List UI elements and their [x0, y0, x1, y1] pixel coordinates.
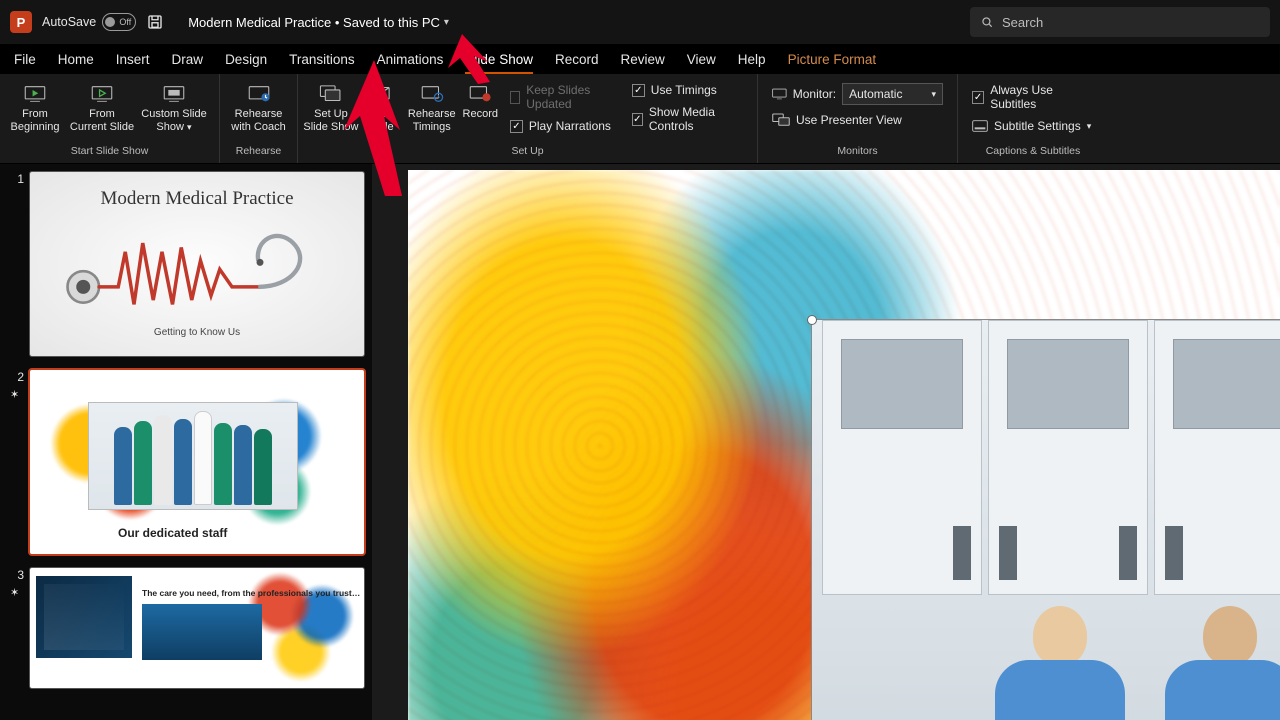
play-from-current-icon: [89, 82, 115, 106]
from-current-slide-button[interactable]: From Current Slide: [66, 78, 138, 134]
animation-indicator-icon: ✶: [10, 388, 19, 401]
monitor-dropdown[interactable]: Automatic▾: [842, 83, 943, 105]
from-beginning-button[interactable]: From Beginning: [4, 78, 66, 134]
custom-show-icon: [161, 82, 187, 106]
use-timings-checkbox[interactable]: Use Timings: [626, 80, 749, 100]
chevron-down-icon: ▾: [444, 17, 449, 28]
keep-slides-updated-checkbox: Keep Slides Updated: [504, 80, 618, 114]
record-icon: [467, 82, 493, 106]
tab-draw[interactable]: Draw: [172, 52, 204, 74]
ribbon-tabs: File Home Insert Draw Design Transitions…: [0, 44, 1280, 74]
heartbeat-stethoscope-icon: [57, 210, 337, 320]
slide-thumbnail-3[interactable]: 3 ✶ The care you need, from the professi…: [8, 568, 364, 688]
group-monitors: Monitor: Automatic▾ Use Presenter View M…: [758, 74, 958, 163]
coach-icon: [246, 82, 272, 106]
powerpoint-app-icon: P: [10, 11, 32, 33]
save-icon[interactable]: [146, 13, 164, 31]
tab-view[interactable]: View: [687, 52, 716, 74]
selection-handle[interactable]: [807, 315, 817, 325]
tab-picture-format[interactable]: Picture Format: [788, 52, 877, 74]
ribbon: From Beginning From Current Slide Custom…: [0, 74, 1280, 164]
animation-indicator-icon: ✶: [10, 586, 19, 599]
group-set-up: Set Up Slide Show Hide Slide Rehearse Ti…: [298, 74, 758, 163]
autosave-label: AutoSave: [42, 15, 96, 29]
tab-file[interactable]: File: [14, 52, 36, 74]
slide-canvas[interactable]: [372, 164, 1280, 720]
search-input[interactable]: Search: [970, 7, 1270, 37]
tab-record[interactable]: Record: [555, 52, 599, 74]
search-icon: [980, 15, 994, 29]
monitor-icon: [772, 87, 787, 101]
rehearse-timings-button[interactable]: Rehearse Timings: [403, 78, 461, 134]
workspace: 1 Modern Medical Practice Getting to Kno…: [0, 164, 1280, 720]
slide-3-headline: The care you need, from the professional…: [142, 588, 360, 598]
slide-1-subtitle: Getting to Know Us: [154, 327, 240, 338]
tab-review[interactable]: Review: [621, 52, 665, 74]
tab-slide-show[interactable]: Slide Show: [465, 52, 533, 74]
current-slide: [408, 170, 1280, 720]
tab-home[interactable]: Home: [58, 52, 94, 74]
slide-number: 1: [8, 172, 24, 356]
title-bar: P AutoSave Off Modern Medical Practice •…: [0, 0, 1280, 44]
slide-thumbnail-pane[interactable]: 1 Modern Medical Practice Getting to Kno…: [0, 164, 372, 720]
tab-animations[interactable]: Animations: [377, 52, 444, 74]
subtitle-settings-button[interactable]: Subtitle Settings ▾: [966, 116, 1100, 136]
subtitles-icon: [972, 119, 988, 133]
slide-2-caption: Our dedicated staff: [118, 526, 227, 540]
setup-show-icon: [318, 82, 344, 106]
always-use-subtitles-checkbox[interactable]: Always Use Subtitles: [966, 80, 1100, 114]
chevron-down-icon: ▾: [1087, 121, 1092, 132]
tab-insert[interactable]: Insert: [116, 52, 150, 74]
group-rehearse: Rehearse with Coach Rehearse: [220, 74, 298, 163]
staff-photo-icon: [88, 402, 298, 510]
slide-1-title: Modern Medical Practice: [100, 188, 293, 210]
selected-staff-photo[interactable]: [812, 320, 1280, 720]
slide-thumbnail-1[interactable]: 1 Modern Medical Practice Getting to Kno…: [8, 172, 364, 356]
slide-thumbnail-2[interactable]: 2 ✶ Our dedicated staff: [8, 370, 364, 554]
rehearse-timings-icon: [419, 82, 445, 106]
group-start-slide-show: From Beginning From Current Slide Custom…: [0, 74, 220, 163]
rehearse-with-coach-button[interactable]: Rehearse with Coach: [224, 78, 293, 134]
record-button[interactable]: Record: [461, 78, 500, 121]
hide-slide-button[interactable]: Hide Slide: [360, 78, 403, 134]
play-from-start-icon: [22, 82, 48, 106]
use-presenter-view-checkbox[interactable]: Use Presenter View: [766, 110, 949, 130]
presenter-icon: [772, 113, 790, 127]
tab-help[interactable]: Help: [738, 52, 766, 74]
toggle-switch-icon[interactable]: Off: [102, 13, 136, 31]
play-narrations-checkbox[interactable]: Play Narrations: [504, 116, 618, 136]
group-captions: Always Use Subtitles Subtitle Settings ▾…: [958, 74, 1108, 163]
tab-transitions[interactable]: Transitions: [289, 52, 355, 74]
custom-slide-show-button[interactable]: Custom Slide Show ▾: [138, 78, 210, 134]
monitor-selector[interactable]: Monitor: Automatic▾: [766, 80, 949, 108]
hide-slide-icon: [368, 82, 394, 106]
set-up-slide-show-button[interactable]: Set Up Slide Show: [302, 78, 360, 134]
autosave-toggle[interactable]: AutoSave Off: [42, 13, 136, 31]
show-media-controls-checkbox[interactable]: Show Media Controls: [626, 102, 749, 136]
document-title[interactable]: Modern Medical Practice • Saved to this …: [188, 15, 449, 30]
chevron-down-icon: ▾: [187, 122, 192, 132]
tab-design[interactable]: Design: [225, 52, 267, 74]
